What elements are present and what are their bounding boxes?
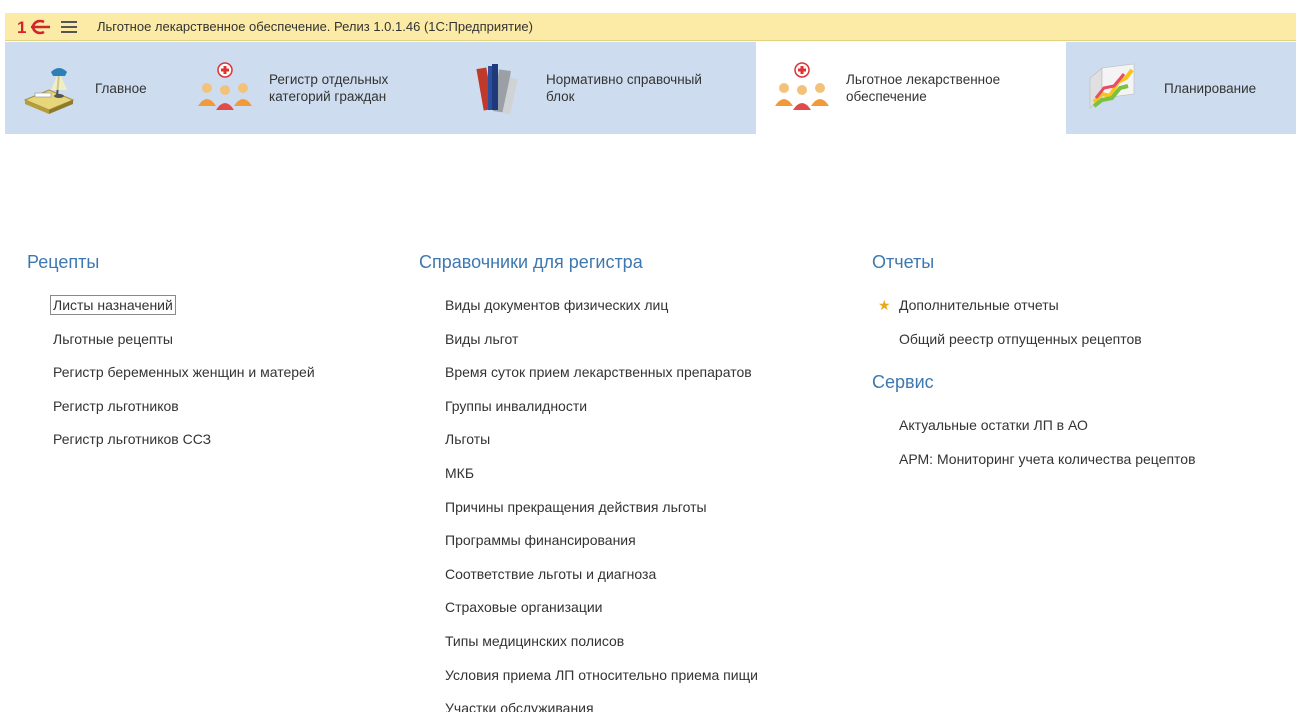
command-link[interactable]: Виды документов физических лиц [445, 289, 859, 323]
command-list: Листы назначений Льготные рецепты Регист… [50, 289, 407, 457]
command-link[interactable]: ★ Дополнительные отчеты [878, 289, 1292, 323]
command-list: Виды документов физических лиц Виды льго… [445, 289, 859, 712]
command-link[interactable]: Группы инвалидности [445, 390, 859, 424]
command-link[interactable]: Страховые организации [445, 591, 859, 625]
command-link[interactable]: Льготные рецепты [53, 323, 407, 357]
section-label: Льготное лекарственное обеспечение [846, 72, 1001, 104]
command-list: Актуальные остатки ЛП в АО АРМ: Монитори… [899, 409, 1292, 476]
section-main[interactable]: Главное [5, 42, 185, 134]
1c-logo-icon[interactable]: 1 [17, 17, 51, 37]
command-list: ★ Дополнительные отчеты Общий реестр отпу… [878, 289, 1292, 357]
command-link[interactable]: Листы назначений [50, 289, 407, 323]
command-link[interactable]: Регистр беременных женщин и матерей [53, 356, 407, 390]
section-normative-reference[interactable]: Нормативно справочный блок [450, 42, 756, 134]
svg-text:1: 1 [17, 18, 26, 37]
section-label: Планирование [1164, 80, 1257, 96]
command-link[interactable]: Причины прекращения действия льготы [445, 491, 859, 525]
selected-command-label: Листы назначений [50, 295, 176, 315]
hamburger-icon[interactable] [61, 20, 77, 33]
command-label: Дополнительные отчеты [899, 297, 1059, 313]
books-icon [462, 56, 526, 120]
command-link[interactable]: Регистр льготников ССЗ [53, 423, 407, 457]
desk-lamp-icon [17, 56, 81, 120]
command-link[interactable]: Актуальные остатки ЛП в АО [899, 409, 1292, 443]
chart-icon [1080, 56, 1144, 120]
title-bar: 1 Льготное лекарственное обеспечение. Ре… [5, 13, 1296, 41]
command-link[interactable]: Виды льгот [445, 323, 859, 357]
section-planning[interactable]: Планирование [1066, 42, 1296, 134]
group-title: Рецепты [27, 252, 100, 272]
window-title: Льготное лекарственное обеспечение. Рели… [97, 19, 533, 34]
command-link[interactable]: Льготы [445, 423, 859, 457]
command-link[interactable]: МКБ [445, 457, 859, 491]
section-panel: Главное Регистр отдельных категорий граж… [5, 42, 1296, 134]
section-label: Нормативно справочный блок [546, 72, 702, 104]
command-link[interactable]: Типы медицинских полисов [445, 625, 859, 659]
star-icon: ★ [878, 297, 891, 313]
section-preferential-drug-supply[interactable]: Льготное лекарственное обеспечение [756, 42, 1066, 134]
command-link[interactable]: Программы финансирования [445, 524, 859, 558]
people-group-icon [193, 56, 257, 120]
section-label: Регистр отдельных категорий граждан [269, 72, 389, 104]
group-recipes: Рецепты Листы назначений Льготные рецепт… [27, 250, 407, 457]
command-link[interactable]: Регистр льготников [53, 390, 407, 424]
command-link[interactable]: Общий реестр отпущенных рецептов [899, 323, 1292, 357]
group-title: Сервис [872, 372, 934, 393]
command-link[interactable]: Соответствие льготы и диагноза [445, 558, 859, 592]
command-link[interactable]: Время суток прием лекарственных препарат… [445, 356, 859, 390]
command-link[interactable]: АРМ: Мониторинг учета количества рецепто… [899, 443, 1292, 477]
group-title: Отчеты [872, 252, 935, 272]
section-label: Главное [95, 80, 147, 96]
section-registry-citizens[interactable]: Регистр отдельных категорий граждан [185, 42, 450, 134]
people-group-icon [770, 56, 834, 120]
group-reports-service: Отчеты ★ Дополнительные отчеты Общий реес… [872, 250, 1292, 476]
command-link[interactable]: Условия приема ЛП относительно приема пи… [445, 659, 859, 693]
group-title: Справочники для регистра [419, 252, 643, 272]
command-link[interactable]: Участки обслуживания [445, 692, 859, 712]
group-registry-references: Справочники для регистра Виды документов… [419, 250, 859, 712]
